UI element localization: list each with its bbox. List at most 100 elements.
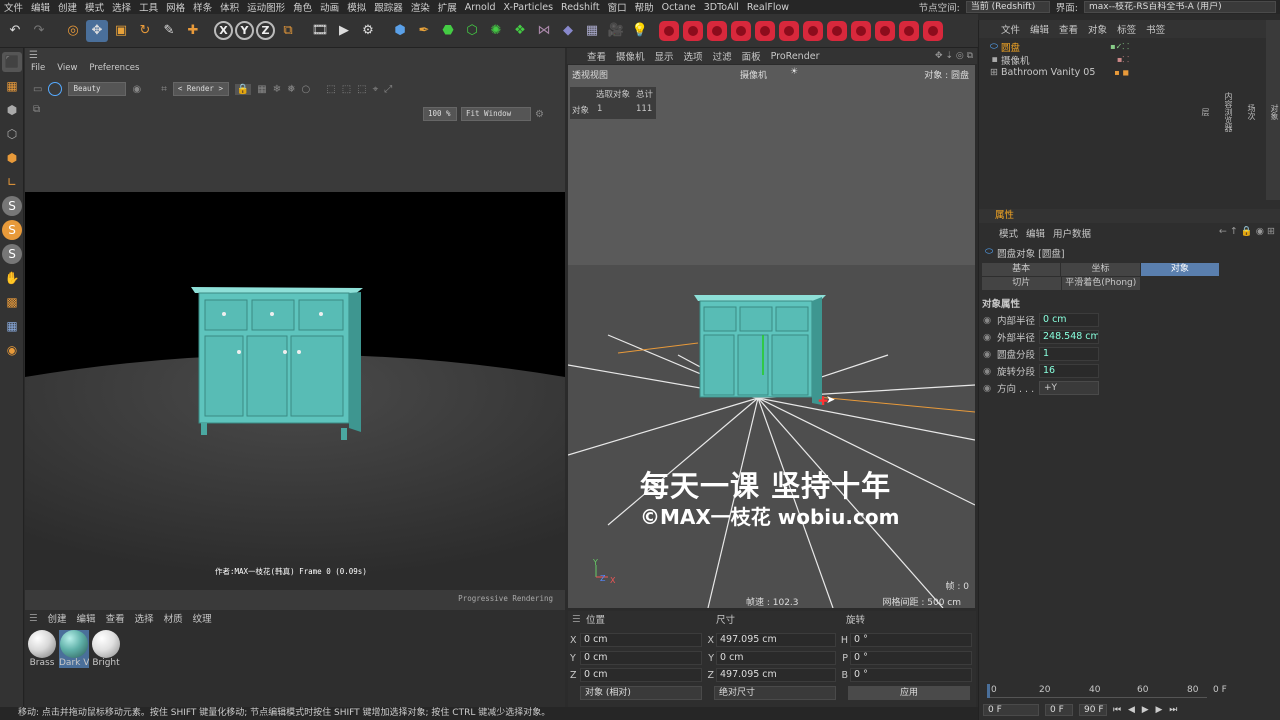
render-view-icon[interactable]: ▶	[333, 20, 355, 42]
viewport-nav-icons[interactable]: ✥ ⇣ ◎ ⧉	[935, 51, 973, 61]
position-input[interactable]: 0 cm	[580, 651, 702, 665]
material-swatch[interactable]: Dark V	[59, 630, 89, 668]
object-row[interactable]: ⬭ 圆盘 ▪✓⸬	[979, 40, 1269, 54]
fit-dropdown[interactable]: Fit Window	[461, 107, 531, 121]
grid-toggle-icon[interactable]: ▦	[257, 84, 266, 95]
menu-mesh[interactable]: 网格	[162, 0, 189, 14]
grid-blue-icon[interactable]: ▦	[2, 316, 22, 336]
object-row[interactable]: ⊞ Bathroom Vanity 05 ▪ ◼	[979, 66, 1269, 79]
rotation-input[interactable]: 0 °	[850, 633, 972, 647]
menu-realflow[interactable]: RealFlow	[743, 2, 793, 13]
redshift-icon-3[interactable]	[707, 20, 727, 41]
live-select-icon[interactable]: ◎	[62, 20, 84, 42]
inner-radius-input[interactable]: 0 cm	[1039, 313, 1099, 327]
redshift-icon-11[interactable]	[899, 20, 919, 41]
cube-primitive-icon[interactable]: ⬢	[389, 20, 411, 42]
cloner-icon[interactable]: ❖	[509, 20, 531, 42]
rv-menu-view[interactable]: View	[57, 63, 77, 75]
position-input[interactable]: 0 cm	[580, 633, 702, 647]
material-tag-icon[interactable]: ▪ ◼	[1114, 68, 1129, 77]
hamburger-icon[interactable]: ☰	[568, 614, 586, 625]
menu-mode[interactable]: 模式	[81, 0, 108, 14]
start-frame-input[interactable]: 0 F	[983, 704, 1039, 716]
menu-animate[interactable]: 动画	[316, 0, 343, 14]
render-region-icon[interactable]: 🎞	[309, 20, 331, 42]
rv-menu-preferences[interactable]: Preferences	[89, 63, 139, 75]
vp-menu-options[interactable]: 选项	[684, 49, 703, 63]
menu-simulate[interactable]: 模拟	[343, 0, 370, 14]
camera-icon[interactable]: 🎥	[605, 20, 627, 42]
snowflake-alt-icon[interactable]: ❅	[287, 84, 295, 95]
end-frame-input[interactable]: 90 F	[1079, 704, 1107, 716]
z-axis-lock-icon[interactable]: Z	[256, 21, 275, 40]
add-icon[interactable]: ✚	[182, 20, 204, 42]
crop-icon[interactable]: ⌗	[161, 84, 167, 95]
subdivision-icon[interactable]: ⬣	[437, 20, 459, 42]
visibility-icon[interactable]: ▪✓⸬	[1110, 41, 1129, 52]
expand-icon[interactable]: ⤢	[384, 84, 392, 95]
obj-menu-file[interactable]: 文件	[1001, 22, 1020, 36]
region-select-icon[interactable]: ⬚	[342, 84, 351, 95]
menu-character[interactable]: 角色	[289, 0, 316, 14]
mat-menu-material[interactable]: 材质	[164, 611, 183, 625]
menu-3dtoall[interactable]: 3DToAll	[700, 2, 743, 13]
menu-create[interactable]: 创建	[54, 0, 81, 14]
rotate-icon[interactable]: ↻	[134, 20, 156, 42]
scale-icon[interactable]: ▣	[110, 20, 132, 42]
ruler-icon[interactable]: ∟	[2, 172, 22, 192]
redshift-icon-12[interactable]	[923, 20, 943, 41]
snapshot-icon[interactable]: ◉	[132, 84, 141, 95]
mat-menu-texture[interactable]: 纹理	[193, 611, 212, 625]
menu-redshift[interactable]: Redshift	[557, 2, 604, 13]
rotation-input[interactable]: 0 °	[850, 651, 972, 665]
redshift-icon-2[interactable]	[683, 20, 703, 41]
vp-menu-camera[interactable]: 摄像机	[616, 49, 645, 63]
vp-menu-view[interactable]: 查看	[587, 49, 606, 63]
cube-icon[interactable]: ⬛	[2, 52, 22, 72]
move-icon[interactable]: ✥	[86, 19, 108, 42]
light-icon[interactable]: 💡	[629, 20, 651, 42]
menu-volume[interactable]: 体积	[216, 0, 243, 14]
grid-icon[interactable]: ▩	[2, 292, 22, 312]
brush-icon[interactable]: ✋	[2, 268, 22, 288]
coord-system-icon[interactable]: ⧉	[277, 20, 299, 42]
disc-segments-input[interactable]: 1	[1039, 347, 1099, 361]
object-name[interactable]: 圆盘	[1001, 40, 1020, 54]
tab-phong[interactable]: 平滑着色(Phong)	[1061, 277, 1140, 290]
side-tab-content-browser[interactable]: 内容浏览器	[1223, 92, 1234, 132]
s-icon[interactable]: S	[2, 244, 22, 264]
obj-menu-view[interactable]: 查看	[1059, 22, 1078, 36]
vp-menu-prorender[interactable]: ProRender	[771, 51, 820, 62]
object-name[interactable]: Bathroom Vanity 05	[1001, 67, 1095, 78]
menu-file[interactable]: 文件	[0, 0, 27, 14]
undo-icon[interactable]: ↶	[4, 20, 26, 42]
outer-radius-input[interactable]: 248.548 cm	[1039, 330, 1099, 344]
menu-render[interactable]: 渲染	[407, 0, 434, 14]
menu-tracker[interactable]: 跟踪器	[370, 0, 407, 14]
material-swatch[interactable]: Bright	[91, 630, 121, 668]
viewport-camera[interactable]: 摄像机	[740, 68, 767, 81]
s-orange-icon[interactable]: S	[2, 220, 22, 240]
menu-help[interactable]: 帮助	[631, 0, 658, 14]
extrude-icon[interactable]: ⬡	[461, 20, 483, 42]
size-input[interactable]: 0 cm	[716, 651, 836, 665]
pass-dropdown[interactable]: Beauty	[68, 82, 127, 96]
rotation-input[interactable]: 0 °	[850, 668, 972, 682]
tab-object[interactable]: 对象	[1140, 263, 1219, 276]
camera-icon[interactable]: ☀	[790, 67, 798, 77]
redshift-icon-6[interactable]	[779, 20, 799, 41]
redshift-icon-9[interactable]	[851, 20, 871, 41]
redo-icon[interactable]: ↷	[28, 20, 50, 42]
vp-menu-panel[interactable]: 面板	[742, 49, 761, 63]
box-orange-icon[interactable]: ⬢	[2, 148, 22, 168]
keyframe-icon[interactable]: ◉	[983, 383, 997, 394]
keyframe-icon[interactable]: ◉	[983, 315, 997, 326]
redshift-icon-5[interactable]	[755, 20, 775, 41]
pen-icon[interactable]: ✒	[413, 20, 435, 42]
circle-icon[interactable]: ○	[302, 84, 311, 95]
keyframe-icon[interactable]: ◉	[983, 366, 997, 377]
floor-icon[interactable]: ▦	[581, 20, 603, 42]
menu-arnold[interactable]: Arnold	[461, 2, 500, 13]
attr-nav-icons[interactable]: ← ↑ 🔒 ◉ ⊞	[1219, 226, 1275, 237]
mat-menu-select[interactable]: 选择	[135, 611, 154, 625]
